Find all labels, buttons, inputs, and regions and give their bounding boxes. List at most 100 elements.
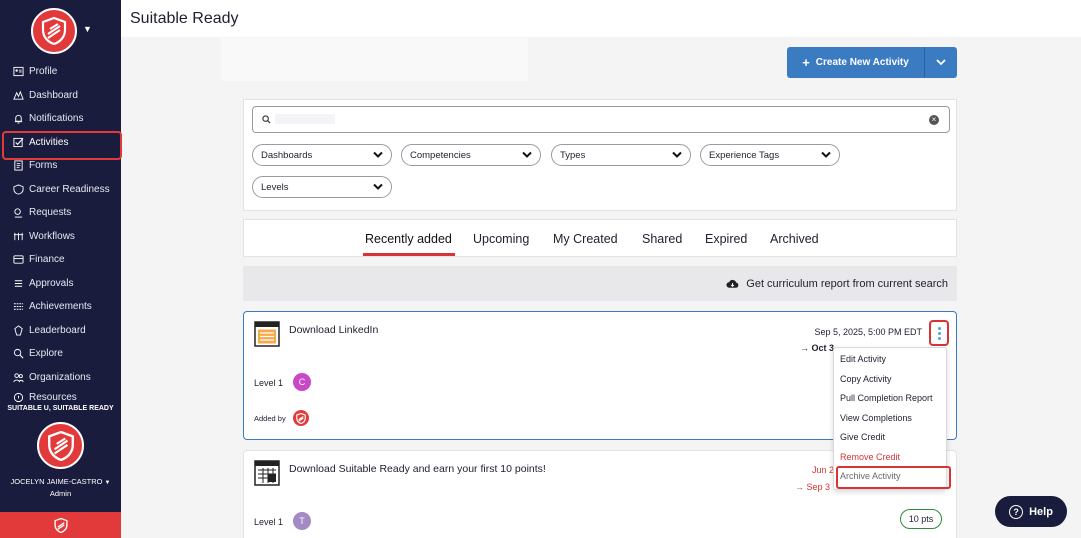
create-options-button[interactable] [924, 47, 957, 78]
question-icon: ? [1009, 504, 1024, 519]
tab-my-created[interactable]: My Created [553, 232, 618, 246]
added-by-org-icon [293, 410, 309, 426]
tab-archived[interactable]: Archived [770, 232, 819, 246]
calendar-grid-icon [254, 460, 280, 486]
sidebar-item-dashboard[interactable]: Dashboard [0, 84, 121, 108]
search-value [275, 114, 335, 124]
sidebar-item-label: Organizations [29, 371, 91, 383]
tab-expired[interactable]: Expired [705, 232, 747, 246]
cloud-download-icon [726, 279, 739, 288]
sidebar-item-resources[interactable]: Resources [0, 389, 121, 403]
career-icon [12, 183, 24, 195]
bell-icon [12, 113, 24, 125]
profile-icon [12, 66, 24, 78]
sidebar-item-activities[interactable]: Activities [0, 130, 122, 159]
dashboard-icon [12, 89, 24, 101]
sidebar-item-label: Requests [29, 207, 72, 219]
explore-icon [12, 348, 24, 360]
menu-item-edit-activity[interactable]: Edit Activity [840, 354, 886, 364]
user-name[interactable]: JOCELYN JAIME-CASTRO ▼ [0, 477, 121, 486]
filter-panel: × Dashboards Competencies Types Experien… [243, 99, 957, 211]
menu-item-give-credit[interactable]: Give Credit [840, 432, 885, 442]
chevron-down-icon [373, 183, 383, 190]
select-label: Competencies [410, 149, 471, 161]
page-header: Suitable Ready [121, 0, 1081, 37]
help-button[interactable]: ? Help [995, 496, 1067, 527]
sidebar-item-leaderboard[interactable]: Leaderboard [0, 319, 121, 343]
achievements-icon [12, 301, 24, 313]
activity-title[interactable]: Download Suitable Ready and earn your fi… [289, 463, 546, 475]
activity-options-menu: Edit Activity Copy Activity Pull Complet… [833, 347, 951, 490]
menu-item-remove-credit[interactable]: Remove Credit [840, 452, 900, 462]
menu-item-pull-completion-report[interactable]: Pull Completion Report [840, 393, 933, 403]
search-input[interactable]: × [252, 106, 950, 133]
menu-item-view-completions[interactable]: View Completions [840, 413, 912, 423]
avatar: T [293, 512, 311, 530]
points-badge: 10 pts [900, 509, 942, 529]
sidebar-item-career-readiness[interactable]: Career Readiness [0, 178, 121, 202]
footer-logo-icon [0, 512, 121, 538]
sidebar-item-organizations[interactable]: Organizations [0, 366, 121, 390]
curriculum-report-link[interactable]: Get curriculum report from current searc… [726, 278, 948, 290]
more-options-button[interactable] [929, 320, 949, 346]
tab-upcoming[interactable]: Upcoming [473, 232, 529, 246]
dashboards-select[interactable]: Dashboards [252, 144, 392, 166]
competencies-select[interactable]: Competencies [401, 144, 541, 166]
select-label: Dashboards [261, 149, 313, 161]
sidebar-item-explore[interactable]: Explore [0, 342, 121, 366]
sidebar-item-label: Profile [29, 66, 58, 78]
sidebar-item-notifications[interactable]: Notifications [0, 107, 121, 131]
levels-select[interactable]: Levels [252, 176, 392, 198]
active-tab-indicator [363, 253, 455, 256]
create-activity-button[interactable]: + Create New Activity [787, 47, 924, 78]
select-label: Experience Tags [709, 149, 780, 161]
curriculum-report-bar: Get curriculum report from current searc… [243, 266, 957, 301]
resources-icon [12, 391, 24, 403]
sidebar-item-label: Career Readiness [29, 183, 110, 195]
experience-tags-select[interactable]: Experience Tags [700, 144, 840, 166]
activity-end-date: → Sep 3 [795, 482, 831, 492]
activity-title[interactable]: Download LinkedIn [289, 324, 378, 336]
sidebar-item-finance[interactable]: Finance [0, 248, 121, 272]
sidebar-item-forms[interactable]: Forms [0, 154, 121, 178]
user-menu-caret-icon: ▼ [104, 480, 111, 486]
workflow-icon [12, 230, 24, 242]
requests-icon [12, 207, 24, 219]
clear-search-icon[interactable]: × [929, 115, 939, 125]
org-avatar-icon [37, 422, 84, 469]
sidebar-item-label: Explore [29, 348, 63, 360]
archive-highlight [836, 466, 951, 489]
chevron-down-icon [522, 151, 532, 158]
sidebar-item-workflows[interactable]: Workflows [0, 225, 121, 249]
leaderboard-icon [12, 324, 24, 336]
org-switch-caret-icon[interactable]: ▼ [83, 24, 92, 34]
menu-item-copy-activity[interactable]: Copy Activity [840, 374, 892, 384]
tab-shared[interactable]: Shared [642, 232, 682, 246]
tab-recently-added[interactable]: Recently added [365, 232, 452, 246]
search-icon [262, 115, 271, 124]
approvals-icon [12, 277, 24, 289]
org-logo-icon[interactable] [31, 8, 77, 54]
page-title: Suitable Ready [130, 10, 239, 27]
sidebar-item-label: Achievements [29, 301, 92, 313]
sidebar-item-label: Activities [29, 136, 69, 148]
activity-tabs: Recently added Upcoming My Created Share… [243, 219, 957, 257]
calendar-icon [254, 321, 280, 347]
plus-icon: + [802, 55, 810, 70]
select-label: Types [560, 149, 586, 161]
avatar: C [293, 373, 311, 391]
sidebar-item-label: Forms [29, 160, 58, 172]
user-role: Admin [49, 489, 72, 498]
sidebar-item-achievements[interactable]: Achievements [0, 295, 121, 319]
sidebar-item-profile[interactable]: Profile [0, 60, 121, 84]
placeholder-card [221, 38, 528, 81]
sidebar-item-label: Leaderboard [29, 324, 86, 336]
types-select[interactable]: Types [551, 144, 691, 166]
sidebar-item-approvals[interactable]: Approvals [0, 272, 121, 296]
user-name-text: JOCELYN JAIME-CASTRO [10, 477, 103, 486]
activity-start-date: Sep 5, 2025, 5:00 PM EDT [814, 327, 922, 337]
curriculum-report-label: Get curriculum report from current searc… [746, 278, 948, 290]
sidebar-item-label: Resources [29, 392, 77, 403]
sidebar-item-requests[interactable]: Requests [0, 201, 121, 225]
org-name: SUITABLE U, SUITABLE READY [7, 405, 114, 412]
